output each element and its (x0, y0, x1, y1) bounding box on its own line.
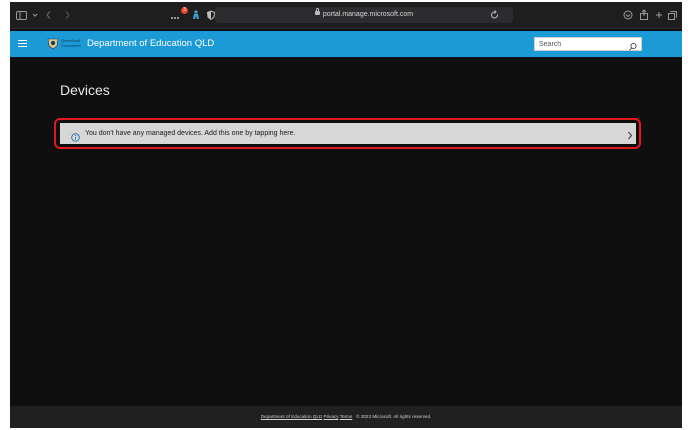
extensions-icon[interactable] (168, 2, 182, 28)
download-icon[interactable] (622, 2, 634, 28)
queensland-crest-icon (46, 37, 60, 50)
footer-link-terms[interactable]: Terms (340, 414, 353, 419)
back-arrow-icon[interactable] (43, 2, 55, 28)
address-bar[interactable]: portal.manage.microsoft.com (215, 7, 513, 23)
site-title: Department of Education QLD (87, 38, 215, 49)
forward-arrow-icon[interactable] (61, 2, 73, 28)
new-tab-icon[interactable] (653, 2, 665, 28)
share-icon[interactable] (638, 2, 650, 28)
footer-link-privacy[interactable]: Privacy (324, 414, 339, 419)
notification-badge: 3 (181, 7, 188, 14)
search-icon[interactable] (628, 39, 638, 51)
search-box (534, 37, 642, 51)
government-logo-text: Queensland Government (61, 38, 81, 48)
add-device-notice[interactable]: You don't have any managed devices. Add … (60, 123, 636, 144)
tab-overview-icon[interactable] (666, 2, 678, 28)
page-title: Devices (60, 82, 110, 98)
notice-text: You don't have any managed devices. Add … (85, 130, 296, 137)
browser-window: 3 portal.manage.microsoft.com Queensland… (10, 2, 682, 428)
search-input[interactable] (535, 38, 627, 50)
lock-icon (314, 8, 320, 16)
extension-figure-icon[interactable] (190, 2, 202, 28)
hamburger-menu-icon[interactable] (18, 40, 27, 47)
browser-toolbar: 3 portal.manage.microsoft.com (10, 2, 682, 29)
info-icon (71, 129, 80, 147)
url-text: portal.manage.microsoft.com (322, 11, 414, 18)
reload-icon[interactable] (489, 2, 501, 28)
chevron-right-icon (626, 128, 634, 146)
page-footer: Department of Education QLD Privacy Term… (10, 406, 682, 428)
footer-copyright: © 2023 Microsoft. All rights reserved. (356, 414, 432, 419)
footer-link-org[interactable]: Department of Education QLD (261, 414, 323, 419)
sidebar-toggle-icon[interactable] (16, 2, 30, 28)
site-header: Queensland Government Department of Educ… (10, 31, 682, 57)
chevron-down-icon[interactable] (30, 2, 40, 28)
